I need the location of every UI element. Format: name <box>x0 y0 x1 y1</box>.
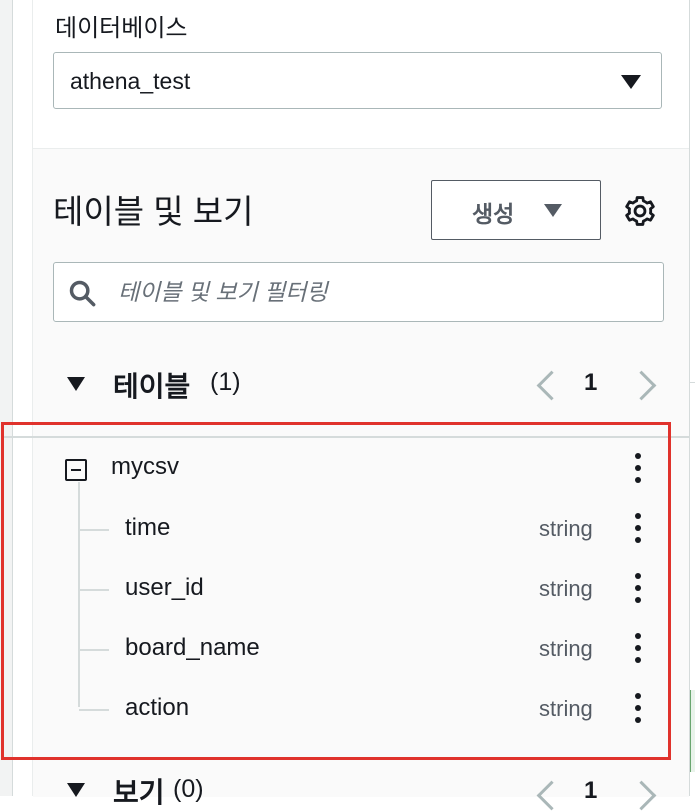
caret-down-icon <box>621 75 641 89</box>
table-name: mycsv <box>111 453 179 480</box>
column-type: string <box>539 636 593 661</box>
caret-down-icon <box>544 204 562 217</box>
editor-edge <box>689 0 695 796</box>
collapse-icon[interactable] <box>65 459 87 481</box>
editor-edge-gutter <box>690 690 695 772</box>
tree-connector <box>79 529 109 531</box>
column-type: string <box>539 516 593 541</box>
kebab-menu-icon[interactable] <box>631 511 645 547</box>
views-group-title[interactable]: 보기 <box>113 771 165 811</box>
table-tree: mycsv time string user_id string board_n… <box>33 439 689 769</box>
caret-down-icon[interactable] <box>67 783 85 797</box>
chevron-right-icon[interactable] <box>626 370 657 401</box>
left-rail <box>0 0 13 796</box>
database-select[interactable]: athena_test <box>53 52 662 109</box>
editor-edge-line <box>689 382 695 383</box>
tables-page-number[interactable]: 1 <box>584 369 597 397</box>
column-row[interactable]: user_id string <box>33 559 673 619</box>
column-name: user_id <box>125 574 204 601</box>
views-page-number[interactable]: 1 <box>584 777 597 805</box>
create-button-label: 생성 <box>472 201 515 227</box>
database-label: 데이터베이스 <box>55 15 188 42</box>
kebab-menu-icon[interactable] <box>631 631 645 667</box>
table-filter-input[interactable] <box>116 269 650 315</box>
column-type: string <box>539 576 593 601</box>
table-row[interactable]: mycsv <box>33 439 673 499</box>
column-name: action <box>125 694 190 721</box>
column-type: string <box>539 696 593 721</box>
views-group-count: (0) <box>173 775 204 803</box>
kebab-menu-icon[interactable] <box>631 451 645 487</box>
group-divider <box>1 436 689 438</box>
database-section: 데이터베이스 athena_test <box>33 0 689 148</box>
tree-connector <box>79 589 109 591</box>
kebab-menu-icon[interactable] <box>631 691 645 727</box>
caret-down-icon[interactable] <box>67 377 85 391</box>
column-row[interactable]: action string <box>33 679 673 739</box>
tables-group-count: (1) <box>210 368 241 396</box>
table-filter <box>53 262 664 322</box>
chevron-left-icon[interactable] <box>536 370 567 401</box>
views-group-header: 보기 (0) 1 <box>53 747 673 811</box>
column-name: time <box>125 514 171 541</box>
tables-and-views-title: 테이블 및 보기 <box>53 193 254 230</box>
database-select-value: athena_test <box>70 68 191 94</box>
kebab-menu-icon[interactable] <box>631 571 645 607</box>
gear-icon[interactable] <box>623 194 657 228</box>
tables-group-title[interactable]: 테이블 <box>113 365 190 405</box>
search-icon <box>69 280 96 307</box>
tables-and-views-section: 테이블 및 보기 생성 테이블 (1) 1 <box>1 148 689 811</box>
column-name: board_name <box>125 634 260 661</box>
tree-connector <box>79 709 109 711</box>
tables-group-header: 테이블 (1) 1 <box>53 359 673 409</box>
tree-connector <box>79 649 109 651</box>
data-source-panel: 데이터베이스 athena_test 테이블 및 보기 생성 테이블 (1) <box>1 0 689 811</box>
create-button[interactable]: 생성 <box>431 180 601 240</box>
column-row[interactable]: board_name string <box>33 619 673 679</box>
column-row[interactable]: time string <box>33 499 673 559</box>
